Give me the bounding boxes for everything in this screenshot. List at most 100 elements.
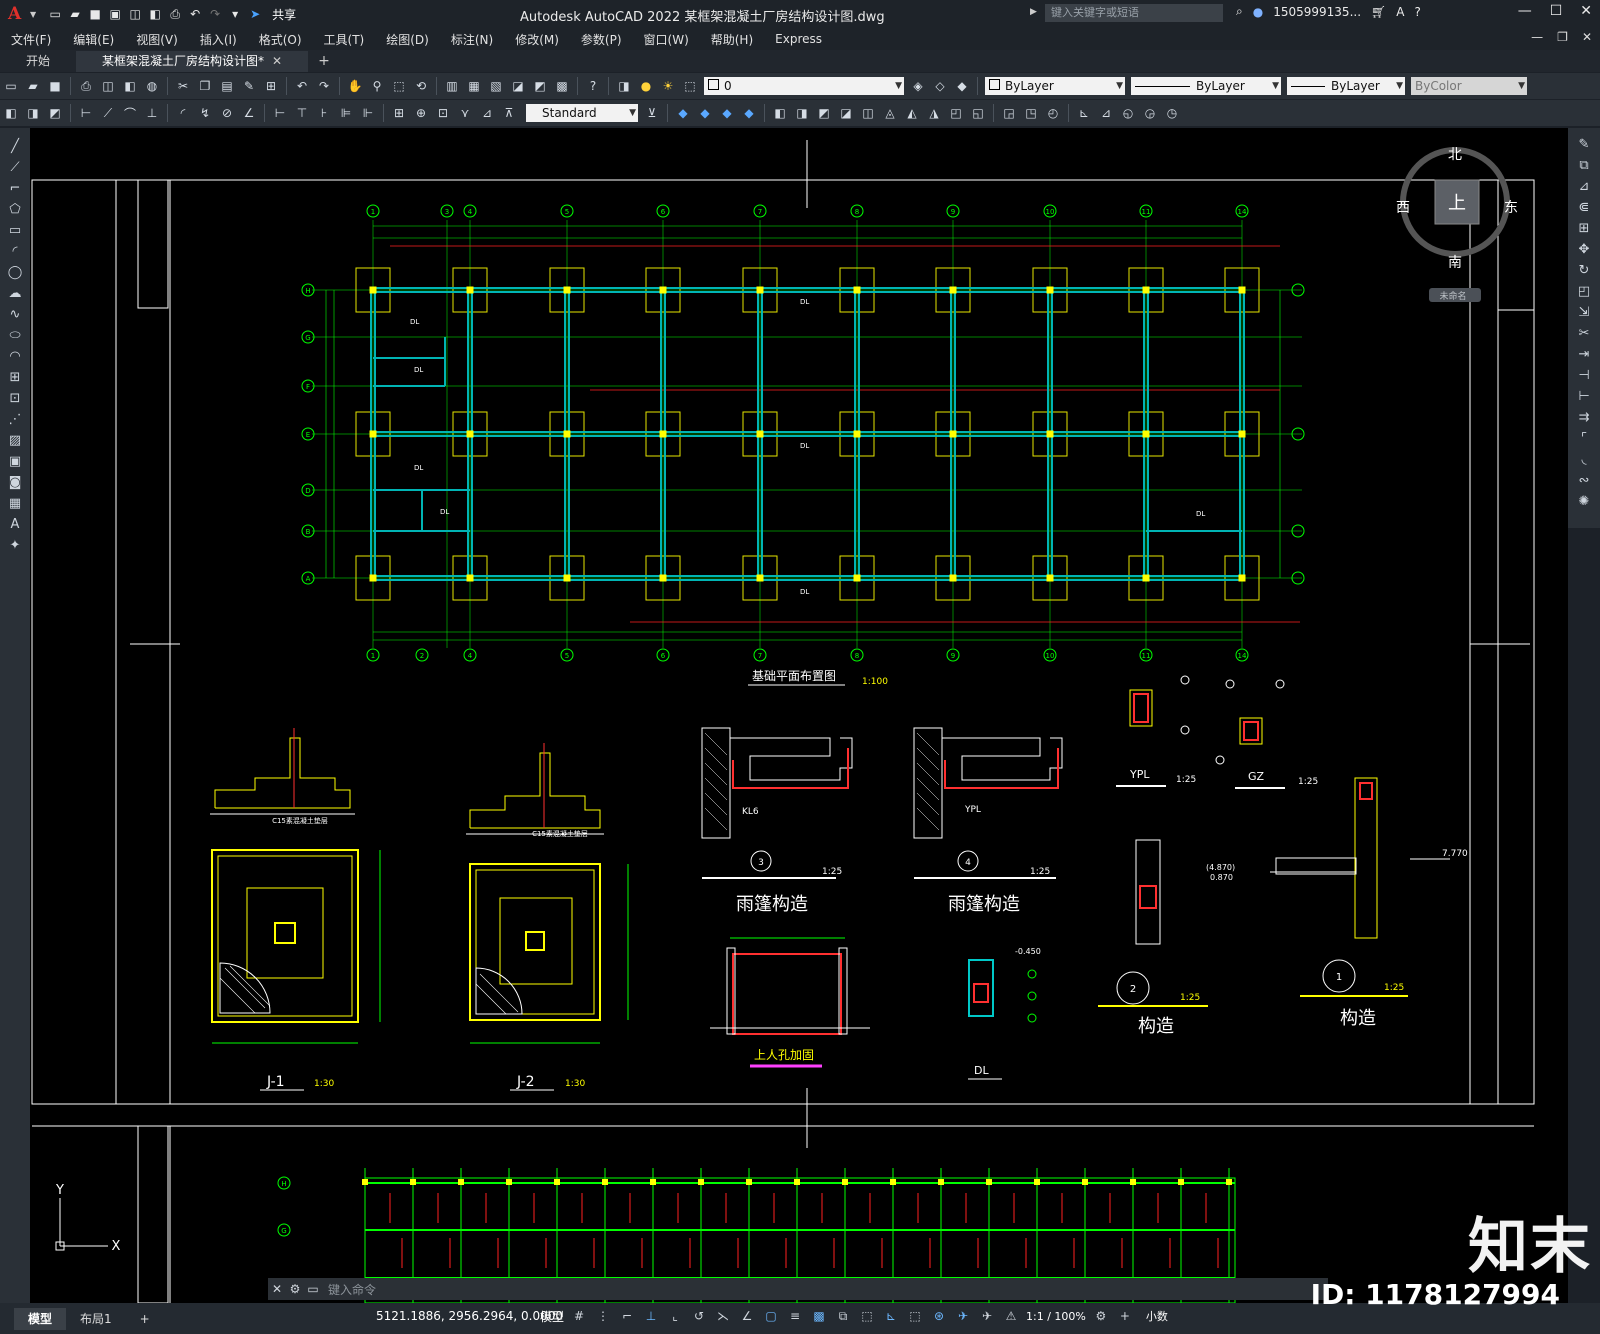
scale-icon[interactable]: ◰ xyxy=(1574,281,1594,301)
move-icon[interactable]: ✥ xyxy=(1574,239,1594,259)
object-snap-tracking-icon[interactable]: ∠ xyxy=(738,1307,756,1325)
quick-dim-icon[interactable]: ⊢ xyxy=(270,104,290,122)
lineweight-icon[interactable]: ≡ xyxy=(786,1307,804,1325)
tab-layout1[interactable]: 布局1 xyxy=(66,1308,126,1330)
coordinates-readout[interactable]: 5121.1886, 2956.2964, 0.0000 xyxy=(376,1309,563,1323)
ellipse-arc-icon[interactable]: ◠ xyxy=(5,346,25,366)
copy-icon[interactable]: ❐ xyxy=(195,77,215,95)
print-icon[interactable]: ⎙ xyxy=(166,5,184,23)
break-icon[interactable]: ⊢ xyxy=(1574,386,1594,406)
trim-icon[interactable]: ✂ xyxy=(1574,323,1594,343)
qnew-icon[interactable]: ▭ xyxy=(1,77,21,95)
xline-icon[interactable]: ⟋ xyxy=(5,157,25,177)
table-icon[interactable]: ▦ xyxy=(5,493,25,513)
insert-block-icon[interactable]: ⊞ xyxy=(5,367,25,387)
menu-item-1[interactable]: 编辑(E) xyxy=(62,31,125,48)
blend-icon[interactable]: ∾ xyxy=(1574,470,1594,490)
sweep-icon[interactable]: ◩ xyxy=(814,104,834,122)
paste-icon[interactable]: ▤ xyxy=(217,77,237,95)
shell-icon[interactable]: ◲ xyxy=(999,104,1019,122)
maximize-icon[interactable]: ☐ xyxy=(1550,3,1563,19)
selection-cycling-icon[interactable]: ⧉ xyxy=(834,1307,852,1325)
join-icon[interactable]: ⇉ xyxy=(1574,407,1594,427)
angular-dim-icon[interactable]: ∠ xyxy=(239,104,259,122)
mtext-icon[interactable]: A xyxy=(5,514,25,534)
match-properties-icon[interactable]: ✎ xyxy=(239,77,259,95)
quickcalc-icon[interactable]: ▩ xyxy=(552,77,572,95)
open-icon[interactable]: ▰ xyxy=(23,77,43,95)
zoom-window-icon[interactable]: ⬚ xyxy=(389,77,409,95)
cylinder-icon[interactable]: ◆ xyxy=(717,104,737,122)
layer-dropdown[interactable]: 0 ▼ xyxy=(704,77,904,95)
tab-drawing[interactable]: 某框架混凝土厂房结构设计图* ✕ xyxy=(76,51,309,72)
line-icon[interactable]: ╱ xyxy=(5,136,25,156)
tab-close-icon[interactable]: ✕ xyxy=(272,54,282,68)
loft-icon[interactable]: ◪ xyxy=(836,104,856,122)
share-label[interactable]: 共享 xyxy=(272,6,296,23)
inspect-icon[interactable]: ⊡ xyxy=(433,104,453,122)
search-input[interactable]: 键入关键字或短语 xyxy=(1045,4,1223,22)
visual-style-icon[interactable]: ◵ xyxy=(1118,104,1138,122)
help-icon[interactable]: ? xyxy=(583,77,603,95)
rotate-icon[interactable]: ↻ xyxy=(1574,260,1594,280)
arc-icon[interactable]: ◜ xyxy=(5,241,25,261)
isodraft-icon[interactable]: ⋋ xyxy=(714,1307,732,1325)
sheet-set-icon[interactable]: ◪ xyxy=(508,77,528,95)
command-input[interactable]: 键入命令 xyxy=(328,1281,376,1298)
materials-icon[interactable]: ◷ xyxy=(1162,104,1182,122)
3d-dwf-icon[interactable]: ◍ xyxy=(142,77,162,95)
radius-dim-icon[interactable]: ◜ xyxy=(173,104,193,122)
save-icon[interactable]: ■ xyxy=(86,5,104,23)
make-current-layer-icon[interactable]: ◈ xyxy=(908,77,928,95)
doc-close-icon[interactable]: ✕ xyxy=(1582,30,1592,44)
diameter-dim-icon[interactable]: ⊘ xyxy=(217,104,237,122)
transparency-icon[interactable]: ▩ xyxy=(810,1307,828,1325)
revolve-icon[interactable]: ◨ xyxy=(792,104,812,122)
model-space-toggle[interactable]: 模型 xyxy=(540,1308,564,1325)
polyline-icon[interactable]: ⌐ xyxy=(5,178,25,198)
lock-icon[interactable]: ⬚ xyxy=(680,77,700,95)
save-as-icon[interactable]: ▣ xyxy=(106,5,124,23)
menu-item-11[interactable]: 帮助(H) xyxy=(700,31,764,48)
baseline-dim-icon[interactable]: ⊤ xyxy=(292,104,312,122)
extrude-icon[interactable]: ◧ xyxy=(770,104,790,122)
menu-item-4[interactable]: 格式(O) xyxy=(248,31,313,48)
customize-qat-icon[interactable]: ▾ xyxy=(226,5,244,23)
annotation-scale-icon[interactable]: ⚠ xyxy=(1002,1307,1020,1325)
arc-length-icon[interactable]: ⌒ xyxy=(120,104,140,122)
search-icon[interactable]: ⌕ xyxy=(1236,4,1243,19)
plot-preview-icon[interactable]: ◧ xyxy=(146,5,164,23)
dynamic-ucs-icon[interactable]: ⊾ xyxy=(882,1307,900,1325)
osnap-icon[interactable]: ▢ xyxy=(762,1307,780,1325)
lineweight-dropdown[interactable]: ByLayer ▼ xyxy=(1287,77,1405,95)
break-at-point-icon[interactable]: ⊣ xyxy=(1574,365,1594,385)
sphere-icon[interactable]: ◆ xyxy=(695,104,715,122)
recent-cmd-icon[interactable]: ▭ xyxy=(304,1280,322,1298)
plot-icon[interactable]: ⎙ xyxy=(76,77,96,95)
center-mark-icon[interactable]: ⊕ xyxy=(411,104,431,122)
preview-icon[interactable]: ◫ xyxy=(98,77,118,95)
redo-icon[interactable]: ↷ xyxy=(206,5,224,23)
undo-icon[interactable]: ↶ xyxy=(186,5,204,23)
hatch-icon[interactable]: ▨ xyxy=(5,430,25,450)
layer-off-icon[interactable]: ◨ xyxy=(23,104,43,122)
make-block-icon[interactable]: ⊡ xyxy=(5,388,25,408)
point-icon[interactable]: ⋰ xyxy=(5,409,25,429)
user-name[interactable]: 1505999135... xyxy=(1273,5,1361,19)
compass-north[interactable]: 北 xyxy=(1448,147,1462,163)
add-selected-icon[interactable]: ✦ xyxy=(5,535,25,555)
gizmo-icon[interactable]: ⊛ xyxy=(930,1307,948,1325)
box-icon[interactable]: ◆ xyxy=(673,104,693,122)
menu-item-9[interactable]: 参数(P) xyxy=(570,31,633,48)
layer-state-icon[interactable]: ◆ xyxy=(952,77,972,95)
offset-icon[interactable]: ⋐ xyxy=(1574,197,1594,217)
dim-style-icon[interactable]: ⊻ xyxy=(642,104,662,122)
menu-item-7[interactable]: 标注(N) xyxy=(440,31,504,48)
menu-item-3[interactable]: 插入(I) xyxy=(189,31,248,48)
publish-icon[interactable]: ◧ xyxy=(120,77,140,95)
linear-dim-icon[interactable]: ⊢ xyxy=(76,104,96,122)
chamfer-edge-icon[interactable]: ◴ xyxy=(1043,104,1063,122)
chamfer-icon[interactable]: ⌜ xyxy=(1574,428,1594,448)
color-dropdown[interactable]: ByLayer ▼ xyxy=(985,77,1125,95)
menu-item-10[interactable]: 窗口(W) xyxy=(633,31,700,48)
